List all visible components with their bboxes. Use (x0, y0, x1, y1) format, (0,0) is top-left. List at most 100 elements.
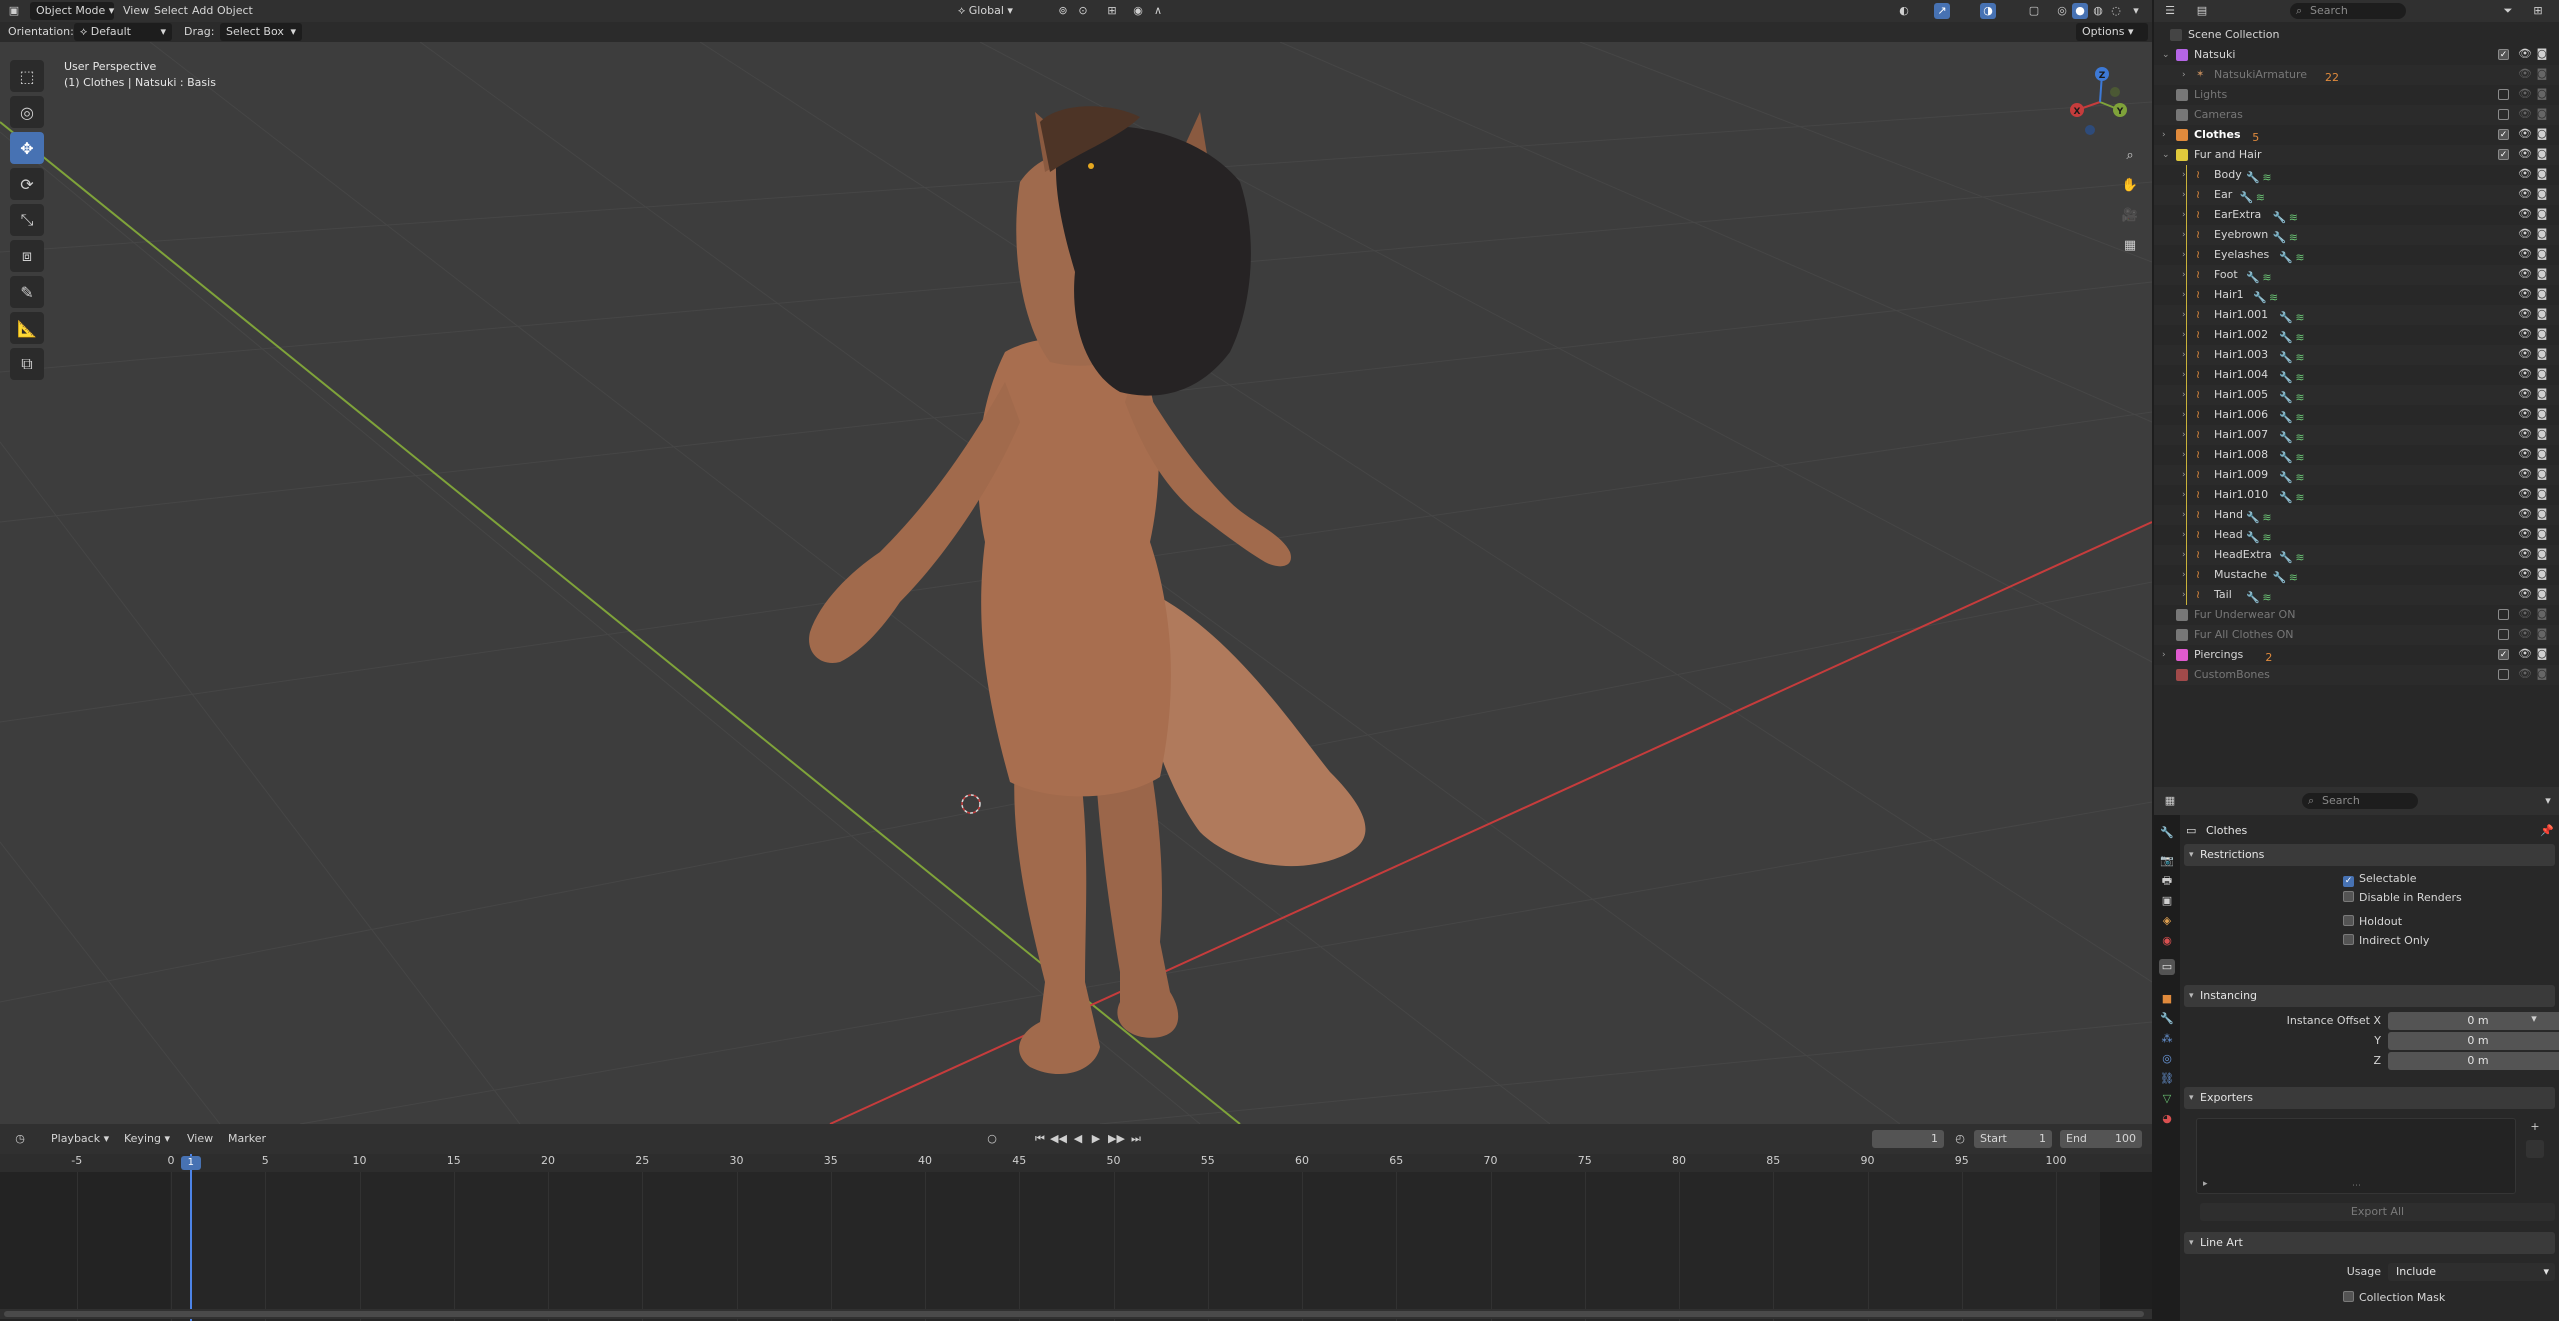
timeline-scrollbar[interactable] (0, 1309, 2152, 1319)
eye-visibility-icon[interactable]: 👁 (2518, 468, 2532, 480)
outliner-row[interactable]: › ≀ HeadExtra 🔧 ≋ 👁 ◙ (2154, 545, 2559, 565)
scene-tab-icon[interactable]: ◈ (2159, 913, 2175, 929)
measure-tool-icon[interactable]: 📐 (10, 312, 44, 344)
exclude-checkbox[interactable]: ✓ (2498, 49, 2509, 60)
render-camera-icon[interactable]: ◙ (2536, 428, 2548, 440)
instance-offset-z-field[interactable]: 0 m (2388, 1052, 2559, 1070)
rotate-tool-icon[interactable]: ⟳ (10, 168, 44, 200)
restrictions-panel-header[interactable]: Restrictions (2184, 844, 2555, 866)
export-all-button[interactable]: Export All (2200, 1203, 2555, 1221)
eye-visibility-icon[interactable]: 👁 (2518, 148, 2532, 160)
restriction-checkbox[interactable]: Holdout (2343, 913, 2402, 931)
exclude-checkbox[interactable]: ✓ (2498, 649, 2509, 660)
play-reverse-icon[interactable]: ◀ (1070, 1131, 1086, 1147)
eye-visibility-icon[interactable]: 👁 (2518, 408, 2532, 420)
outliner-row[interactable]: › ≀ Eyebrown 🔧 ≋ 👁 ◙ (2154, 225, 2559, 245)
outliner-row[interactable]: › ≀ Mustache 🔧 ≋ 👁 ◙ (2154, 565, 2559, 585)
drag-dropdown[interactable]: Select Box ▾ (220, 23, 302, 41)
current-frame-field[interactable]: 1 (1872, 1130, 1944, 1148)
menu-select[interactable]: Select (154, 2, 188, 20)
render-camera-icon[interactable]: ◙ (2536, 268, 2548, 280)
playhead[interactable] (189, 1154, 192, 1321)
restriction-checkbox[interactable]: ✓ Selectable (2343, 870, 2416, 888)
properties-search-input[interactable]: ⌕ Search (2302, 793, 2418, 809)
outliner-row[interactable]: › ≀ Head 🔧 ≋ 👁 ◙ (2154, 525, 2559, 545)
outliner-row[interactable]: Lights ✓ 👁 ◙ (2154, 85, 2559, 105)
eye-visibility-icon[interactable]: 👁 (2518, 648, 2532, 660)
render-camera-icon[interactable]: ◙ (2536, 208, 2548, 220)
outliner-row[interactable]: › ≀ EarExtra 🔧 ≋ 👁 ◙ (2154, 205, 2559, 225)
object-tab-icon[interactable]: ■ (2159, 991, 2175, 1007)
outliner-row[interactable]: › ≀ Hair1.004 🔧 ≋ 👁 ◙ (2154, 365, 2559, 385)
render-camera-icon[interactable]: ◙ (2536, 328, 2548, 340)
add-exporter-icon[interactable]: + (2526, 1118, 2544, 1136)
eye-visibility-icon[interactable]: 👁 (2518, 168, 2532, 180)
outliner-row[interactable]: › ≀ Hair1 🔧 ≋ 👁 ◙ (2154, 285, 2559, 305)
eye-visibility-icon[interactable]: 👁 (2518, 548, 2532, 560)
start-frame-field[interactable]: Start 1 (1974, 1130, 2052, 1148)
outliner-row[interactable]: › ✶ NatsukiArmature 22 👁 ◙ (2154, 65, 2559, 85)
eye-visibility-icon[interactable]: 👁 (2518, 308, 2532, 320)
solid-shading-icon[interactable]: ● (2072, 3, 2088, 19)
menu-view-timeline[interactable]: View (187, 1130, 213, 1148)
render-camera-icon[interactable]: ◙ (2536, 168, 2548, 180)
outliner-search-input[interactable]: ⌕ Search (2290, 3, 2406, 19)
eye-visibility-icon[interactable]: 👁 (2518, 608, 2532, 620)
eye-visibility-icon[interactable]: 👁 (2518, 668, 2532, 680)
render-camera-icon[interactable]: ◙ (2536, 568, 2548, 580)
filter-icon[interactable]: ⏷ (2500, 3, 2516, 19)
pan-hand-icon[interactable]: ✋ (2118, 174, 2142, 198)
data-tab-icon[interactable]: ▽ (2159, 1091, 2175, 1107)
outliner-row[interactable]: CustomBones ✓ 👁 ◙ (2154, 665, 2559, 685)
particles-tab-icon[interactable]: ⁂ (2159, 1031, 2175, 1047)
outliner-row[interactable]: › ≀ Hair1.008 🔧 ≋ 👁 ◙ (2154, 445, 2559, 465)
exporters-list[interactable]: ▸ ⋯ (2196, 1118, 2516, 1194)
ortho-grid-icon[interactable]: ▦ (2118, 234, 2142, 258)
material-shading-icon[interactable]: ◍ (2090, 3, 2106, 19)
outliner-row[interactable]: › ≀ Hair1.006 🔧 ≋ 👁 ◙ (2154, 405, 2559, 425)
eye-visibility-icon[interactable]: 👁 (2518, 88, 2532, 100)
menu-view[interactable]: View (123, 2, 149, 20)
mode-dropdown[interactable]: Object Mode ▾ (30, 2, 114, 20)
eye-visibility-icon[interactable]: 👁 (2518, 48, 2532, 60)
scene-collection-row[interactable]: Scene Collection (2154, 25, 2559, 45)
outliner-row[interactable]: › Piercings 2 ✓ 👁 ◙ (2154, 645, 2559, 665)
outliner-row[interactable]: › ≀ Hair1.003 🔧 ≋ 👁 ◙ (2154, 345, 2559, 365)
chevron-right-icon[interactable]: › (2182, 65, 2186, 85)
restriction-checkbox[interactable]: Disable in Renders (2343, 889, 2462, 907)
exclude-checkbox[interactable]: ✓ (2498, 149, 2509, 160)
render-camera-icon[interactable]: ◙ (2536, 388, 2548, 400)
view-layer-tab-icon[interactable]: ▣ (2159, 893, 2175, 909)
render-camera-icon[interactable]: ◙ (2536, 628, 2548, 640)
render-camera-icon[interactable]: ◙ (2536, 368, 2548, 380)
render-camera-icon[interactable]: ◙ (2536, 288, 2548, 300)
outliner-row[interactable]: › ≀ Foot 🔧 ≋ 👁 ◙ (2154, 265, 2559, 285)
eye-visibility-icon[interactable]: 👁 (2518, 588, 2532, 600)
eye-visibility-icon[interactable]: 👁 (2518, 508, 2532, 520)
transform-orientation-dropdown[interactable]: ⟡ Global ▾ (952, 2, 1019, 20)
menu-keying[interactable]: Keying ▾ (124, 1130, 170, 1148)
orientation-dropdown[interactable]: ⟡ Default ▾ (74, 23, 172, 41)
jump-next-keyframe-icon[interactable]: ▶▶ (1108, 1131, 1125, 1147)
chevron-right-icon[interactable]: › (2162, 125, 2166, 145)
jump-start-icon[interactable]: ⏮ (1032, 1131, 1048, 1147)
render-camera-icon[interactable]: ◙ (2536, 148, 2548, 160)
render-camera-icon[interactable]: ◙ (2536, 128, 2548, 140)
jump-end-icon[interactable]: ⏭ (1128, 1131, 1144, 1147)
snap-icon[interactable]: ⊙ (1075, 3, 1091, 19)
tool-tab-icon[interactable]: 🔧 (2159, 825, 2175, 841)
annotate-tool-icon[interactable]: ✎ (10, 276, 44, 308)
outliner-row[interactable]: › ≀ Tail 🔧 ≋ 👁 ◙ (2154, 585, 2559, 605)
menu-marker[interactable]: Marker (228, 1130, 266, 1148)
auto-keying-icon[interactable]: ○ (984, 1131, 1000, 1147)
outliner-row[interactable]: › ≀ Hair1.002 🔧 ≋ 👁 ◙ (2154, 325, 2559, 345)
restriction-checkbox[interactable]: Indirect Only (2343, 932, 2429, 950)
chevron-down-icon[interactable]: ⌄ (2162, 145, 2170, 165)
preview-range-clock-icon[interactable]: ◴ (1952, 1131, 1968, 1147)
character-model[interactable] (809, 106, 1366, 1075)
outliner-row[interactable]: › ≀ Hair1.005 🔧 ≋ 👁 ◙ (2154, 385, 2559, 405)
outliner-row[interactable]: › ≀ Hair1.010 🔧 ≋ 👁 ◙ (2154, 485, 2559, 505)
menu-playback[interactable]: Playback ▾ (51, 1130, 109, 1148)
output-tab-icon[interactable]: 🖶 (2159, 873, 2175, 889)
navigation-gizmo[interactable]: X Y Z (2060, 62, 2140, 142)
